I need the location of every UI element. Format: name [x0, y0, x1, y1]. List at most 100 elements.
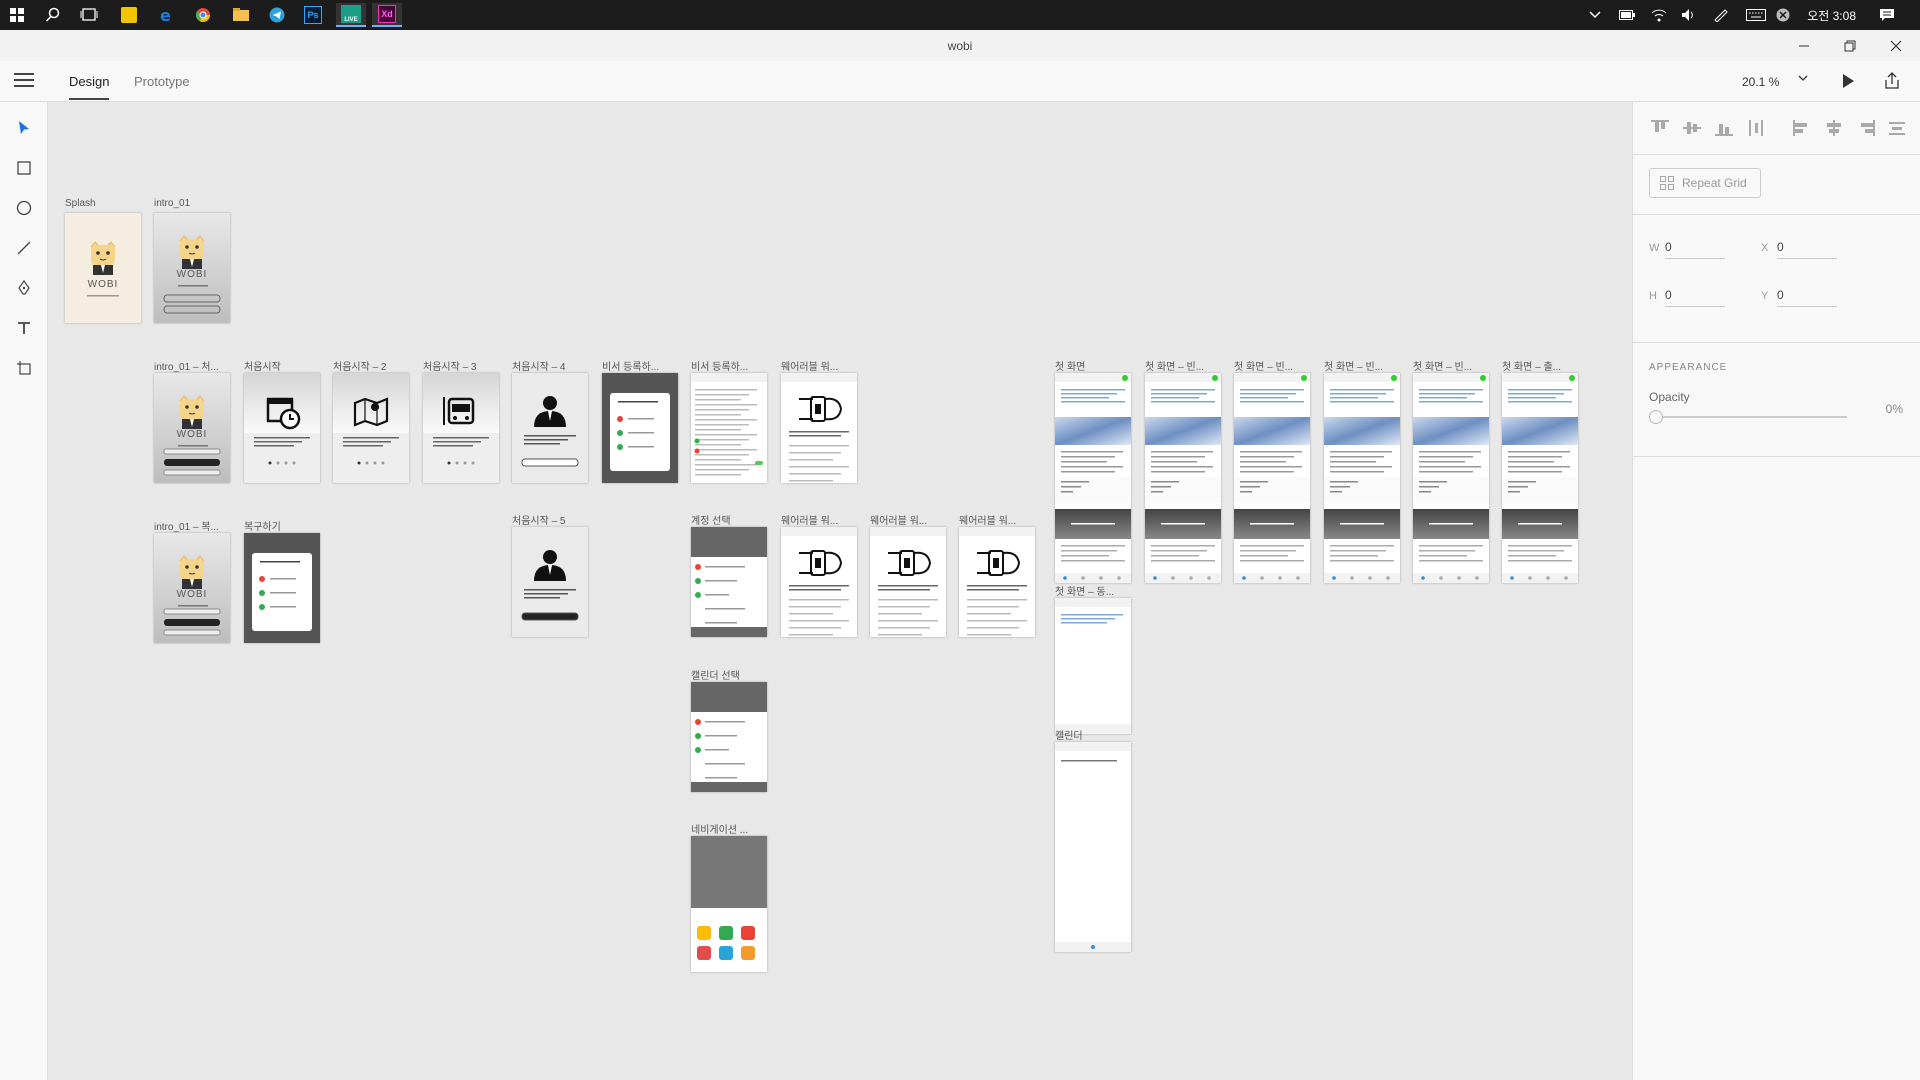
artboard-label[interactable]: 첫 화면 – 출... [1502, 358, 1582, 373]
hamburger-menu-icon[interactable] [14, 73, 34, 89]
search-icon[interactable] [38, 3, 68, 27]
artboard-frame[interactable] [691, 373, 767, 483]
pen-tool-icon[interactable] [12, 276, 36, 300]
select-tool-icon[interactable] [12, 116, 36, 140]
artboard-intro01[interactable]: intro_01 WOBI [154, 198, 230, 323]
task-view-icon[interactable] [74, 3, 104, 27]
system-clock[interactable]: 오전 3:08 [1807, 7, 1856, 24]
artboard-frame[interactable] [1055, 373, 1131, 583]
artboard-intro01-start[interactable]: intro_01 – 처... WOBI [154, 362, 230, 483]
repeat-grid-button[interactable]: Repeat Grid [1649, 168, 1761, 198]
battery-icon[interactable] [1618, 6, 1636, 24]
telegram-icon[interactable] [262, 3, 292, 27]
artboard-label[interactable]: 첫 화면 – 빈... [1324, 358, 1404, 373]
sticky-notes-icon[interactable] [114, 3, 144, 27]
artboard-secretary2[interactable]: 비서 등록하... [691, 362, 767, 483]
artboard-label[interactable]: 비서 등록하... [691, 358, 771, 373]
artboard-label[interactable]: 웨어러블 워... [870, 512, 950, 527]
volume-icon[interactable] [1680, 6, 1698, 24]
y-input[interactable]: 0 [1777, 288, 1837, 307]
artboard-calendar[interactable]: 캘린더 [1055, 731, 1131, 952]
artboard-restore[interactable]: 복구하기 [244, 522, 320, 643]
artboard-label[interactable]: 웨어러블 워... [781, 512, 861, 527]
opacity-slider-handle[interactable] [1649, 410, 1663, 424]
artboard-start2[interactable]: 처음시작 – 2 [333, 362, 409, 483]
tab-prototype[interactable]: Prototype [134, 74, 190, 89]
width-input[interactable]: 0 [1665, 240, 1725, 259]
artboard-frame[interactable]: WOBI [154, 213, 230, 323]
tab-design[interactable]: Design [69, 74, 110, 100]
align-right-icon[interactable] [1857, 120, 1875, 136]
align-middle-icon[interactable] [1683, 120, 1701, 136]
artboard-frame[interactable]: WOBI [154, 533, 230, 643]
artboard-label[interactable]: 첫 화면 – 동... [1055, 583, 1135, 598]
artboard-frame[interactable] [1324, 373, 1400, 583]
artboard-frame[interactable] [691, 527, 767, 637]
artboard-start4[interactable]: 처음시작 – 4 [512, 362, 588, 483]
adobe-xd-icon[interactable]: Xd [372, 3, 402, 27]
artboard-home-out[interactable]: 첫 화면 – 출... [1502, 362, 1578, 583]
artboard-home-b4[interactable]: 첫 화면 – 빈... [1413, 362, 1489, 583]
artboard-label[interactable]: 웨어러블 워... [781, 358, 861, 373]
artboard-wearable4[interactable]: 웨어러블 워... [959, 516, 1035, 637]
artboard-label[interactable]: 첫 화면 – 빈... [1145, 358, 1225, 373]
pen-ink-icon[interactable] [1712, 6, 1730, 24]
artboard-label[interactable]: 처음시작 – 3 [423, 358, 503, 373]
artboard-label[interactable]: 첫 화면 – 빈... [1413, 358, 1493, 373]
artboard-start1[interactable]: 처음시작 [244, 362, 320, 483]
artboard-navigation[interactable]: 네비게이션 ... [691, 825, 767, 972]
artboard-splash[interactable]: Splash WOBI [65, 198, 141, 323]
artboard-secretary1[interactable]: 비서 등록하... [602, 362, 678, 483]
opacity-value[interactable]: 0% [1867, 402, 1903, 416]
minimize-button[interactable] [1784, 30, 1824, 61]
keyboard-icon[interactable] [1744, 6, 1768, 24]
artboard-frame[interactable] [959, 527, 1035, 637]
artboard-label[interactable]: 처음시작 – 4 [512, 358, 592, 373]
artboard-label[interactable]: intro_01 – 처... [154, 358, 234, 373]
zoom-level[interactable]: 20.1 % [1742, 75, 1779, 89]
artboard-account[interactable]: 계정 선택 [691, 516, 767, 637]
design-canvas[interactable]: Splash WOBI intro_01 WOBI intro_01 – 처... [48, 102, 1632, 1080]
artboard-frame[interactable]: WOBI [65, 213, 141, 323]
artboard-label[interactable]: 처음시작 – 5 [512, 512, 592, 527]
artboard-label[interactable]: 첫 화면 [1055, 358, 1135, 373]
restore-button[interactable] [1830, 30, 1870, 61]
align-center-icon[interactable] [1825, 120, 1843, 136]
artboard-wearable3[interactable]: 웨어러블 워... [870, 516, 946, 637]
artboard-label[interactable]: 계정 선택 [691, 512, 771, 527]
distribute-horizontal-icon[interactable] [1747, 120, 1765, 136]
play-preview-icon[interactable] [1838, 71, 1858, 91]
artboard-calendar-select[interactable]: 캘린더 선택 [691, 671, 767, 792]
artboard-start5[interactable]: 처음시작 – 5 [512, 516, 588, 637]
artboard-home[interactable]: 첫 화면 [1055, 362, 1131, 583]
x-input[interactable]: 0 [1777, 240, 1837, 259]
artboard-label[interactable]: 네비게이션 ... [691, 821, 771, 836]
artboard-frame[interactable] [1055, 598, 1131, 734]
align-top-icon[interactable] [1651, 120, 1669, 136]
artboard-frame[interactable] [1055, 742, 1131, 952]
artboard-wearable1[interactable]: 웨어러블 워... [781, 362, 857, 483]
artboard-frame[interactable] [512, 527, 588, 637]
live-app-icon[interactable]: LIVE [336, 3, 366, 27]
artboard-wearable2[interactable]: 웨어러블 워... [781, 516, 857, 637]
artboard-label[interactable]: 처음시작 [244, 358, 324, 373]
artboard-frame[interactable]: WOBI [154, 373, 230, 483]
chevron-up-icon[interactable] [1586, 6, 1604, 24]
artboard-frame[interactable] [691, 682, 767, 792]
artboard-frame[interactable] [512, 373, 588, 483]
artboard-frame[interactable] [1145, 373, 1221, 583]
wifi-icon[interactable] [1650, 6, 1668, 24]
artboard-frame[interactable] [333, 373, 409, 483]
artboard-label[interactable]: 첫 화면 – 빈... [1234, 358, 1314, 373]
artboard-label[interactable]: 처음시작 – 2 [333, 358, 413, 373]
close-circle-icon[interactable] [1774, 6, 1792, 24]
rectangle-tool-icon[interactable] [12, 156, 36, 180]
align-left-icon[interactable] [1793, 120, 1811, 136]
artboard-label[interactable]: 비서 등록하... [602, 358, 682, 373]
opacity-slider-track[interactable] [1657, 416, 1847, 418]
artboard-frame[interactable] [691, 836, 767, 972]
artboard-start3[interactable]: 처음시작 – 3 [423, 362, 499, 483]
chevron-down-icon[interactable] [1798, 72, 1808, 85]
artboard-frame[interactable] [1502, 373, 1578, 583]
start-windows-icon[interactable] [2, 3, 32, 27]
